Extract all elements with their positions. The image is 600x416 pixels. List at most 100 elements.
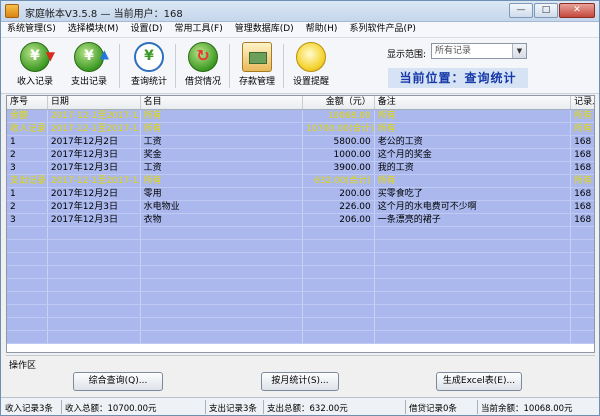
cell-recorder: 所有 [574, 176, 593, 186]
cell-date [48, 279, 141, 291]
empty-row[interactable] [7, 240, 594, 253]
column-header-date[interactable]: 日期 [48, 96, 141, 109]
monthly-stats-button[interactable]: 按月统计(S)... [261, 372, 339, 391]
close-button[interactable]: ✕ [559, 3, 595, 18]
column-header-recorder[interactable]: 记录人 [571, 96, 594, 109]
loan-status-label: 借贷情况 [184, 77, 221, 87]
menu-settings[interactable]: 设置(D) [125, 22, 169, 38]
maximize-button[interactable]: □ [534, 3, 558, 18]
table-row[interactable]: 2 2017年12月3日 奖金 1000.00 这个月的奖金 168 [7, 149, 594, 162]
cell-category: 奖金 [141, 149, 303, 161]
empty-row[interactable] [7, 266, 594, 279]
status-divider [405, 400, 406, 414]
minimize-button[interactable]: — [509, 3, 533, 18]
column-header-category[interactable]: 名目 [141, 96, 303, 109]
cell-amount [303, 279, 375, 291]
cell-category [141, 240, 303, 252]
display-range-label: 显示范围: [387, 50, 427, 60]
deposit-manage-button[interactable]: 存款管理 [231, 40, 283, 92]
cell-category: 所有 [141, 175, 303, 187]
records-grid[interactable]: 序号 日期 名目 金额（元） 备注 记录人 余额2017-12-1至2017-1… [6, 95, 595, 353]
export-excel-button[interactable]: 生成Excel表(E)... [436, 372, 522, 391]
cell-recorder: 所有 [574, 124, 593, 134]
status-loan-count: 借贷记录0条 [409, 404, 457, 414]
cell-index [7, 305, 48, 317]
table-row[interactable]: 2 2017年12月3日 水电物业 226.00 这个月的水电费可不少啊 168 [7, 201, 594, 214]
cell-date [48, 253, 141, 265]
expense-record-button[interactable]: 支出记录 [63, 40, 115, 92]
cell-category [141, 227, 303, 239]
query-stats-button[interactable]: 查询统计 [123, 40, 175, 92]
income-record-button[interactable]: 收入记录 [9, 40, 61, 92]
cell-category: 所有 [141, 123, 303, 135]
cell-amount: 10068.00 [303, 110, 375, 122]
cell-amount: 206.00 [303, 214, 375, 226]
cell-date: 2017年12月3日 [48, 214, 141, 226]
empty-row[interactable] [7, 253, 594, 266]
cell-date [48, 227, 141, 239]
empty-row[interactable] [7, 227, 594, 240]
combined-query-button[interactable]: 综合查询(Q)... [73, 372, 163, 391]
table-row[interactable]: 1 2017年12月2日 零用 200.00 买零食吃了 168 [7, 188, 594, 201]
column-header-amount[interactable]: 金额（元） [303, 96, 375, 109]
cell-index: 支出记录 [7, 175, 48, 187]
cell-index [7, 318, 48, 330]
table-row[interactable]: 1 2017年12月2日 工资 5800.00 老公的工资 168 [7, 136, 594, 149]
status-expense-count: 支出记录3条 [209, 404, 257, 414]
cell-note [375, 279, 572, 291]
cell-amount: 632.00(合计) [303, 175, 375, 187]
cell-index: 收入记录 [7, 123, 48, 135]
table-row[interactable]: 3 2017年12月3日 衣物 206.00 一条漂亮的裙子 168 [7, 214, 594, 227]
empty-row[interactable] [7, 318, 594, 331]
cell-note [375, 318, 572, 330]
cell-recorder: 168 [574, 202, 592, 212]
cell-date: 2017-12-1至2017-1... [48, 175, 141, 187]
menu-help[interactable]: 帮助(H) [300, 22, 344, 38]
cell-note [375, 266, 572, 278]
cell-recorder: 168 [574, 163, 592, 173]
cell-index [7, 292, 48, 304]
cell-date: 2017年12月2日 [48, 188, 141, 200]
cell-category [141, 253, 303, 265]
menu-select-module[interactable]: 选择模块(M) [62, 22, 125, 38]
empty-row[interactable] [7, 292, 594, 305]
cell-category [141, 305, 303, 317]
cell-amount [303, 305, 375, 317]
cell-index: 1 [7, 136, 48, 148]
empty-row[interactable] [7, 279, 594, 292]
loan-status-button[interactable]: 借贷情况 [177, 40, 229, 92]
menu-tools[interactable]: 常用工具(F) [169, 22, 229, 38]
summary-row[interactable]: 支出记录 2017-12-1至2017-1... 所有 632.00(合计) 所有 所有 [7, 175, 594, 188]
column-header-note[interactable]: 备注 [375, 96, 572, 109]
status-income-total: 收入总额：10700.00元 [65, 404, 157, 414]
menu-database[interactable]: 管理数据库(D) [229, 22, 300, 38]
cell-category [141, 318, 303, 330]
cell-amount [303, 253, 375, 265]
toolbar: 收入记录 支出记录 查询统计 借贷情况 存款管理 设置提醒 显示范围: 所有记录 [1, 38, 599, 94]
set-reminder-button[interactable]: 设置提醒 [285, 40, 337, 92]
cell-category: 衣物 [141, 214, 303, 226]
column-header-index[interactable]: 序号 [7, 96, 48, 109]
deposit-manage-label: 存款管理 [238, 77, 275, 87]
summary-row[interactable]: 余额 2017-12-1至2017-1... 所有 10068.00 所有 所有 [7, 110, 594, 123]
empty-row[interactable] [7, 305, 594, 318]
cell-category: 工资 [141, 136, 303, 148]
cell-date: 2017年12月3日 [48, 149, 141, 161]
menu-system[interactable]: 系统管理(S) [1, 22, 62, 38]
display-range-select[interactable]: 所有记录 ▼ [431, 43, 527, 59]
cell-category: 零用 [141, 188, 303, 200]
chevron-down-icon[interactable]: ▼ [512, 44, 526, 58]
cell-index [7, 227, 48, 239]
cell-note: 所有 [375, 123, 572, 135]
cell-date [48, 331, 141, 343]
cell-category: 工资 [141, 162, 303, 174]
cell-index: 余额 [7, 110, 48, 122]
summary-row[interactable]: 收入记录 2017-12-1至2017-1... 所有 10700.00(合计) 所有所… [7, 123, 594, 136]
status-expense-total: 支出总额：632.00元 [267, 404, 348, 414]
cell-note: 所有 [375, 175, 572, 187]
empty-row[interactable] [7, 331, 594, 344]
cell-recorder [571, 318, 594, 330]
menu-products[interactable]: 系列软件产品(P) [343, 22, 421, 38]
table-row[interactable]: 3 2017年12月3日 工资 3900.00 我的工资 168 [7, 162, 594, 175]
cell-amount [303, 292, 375, 304]
